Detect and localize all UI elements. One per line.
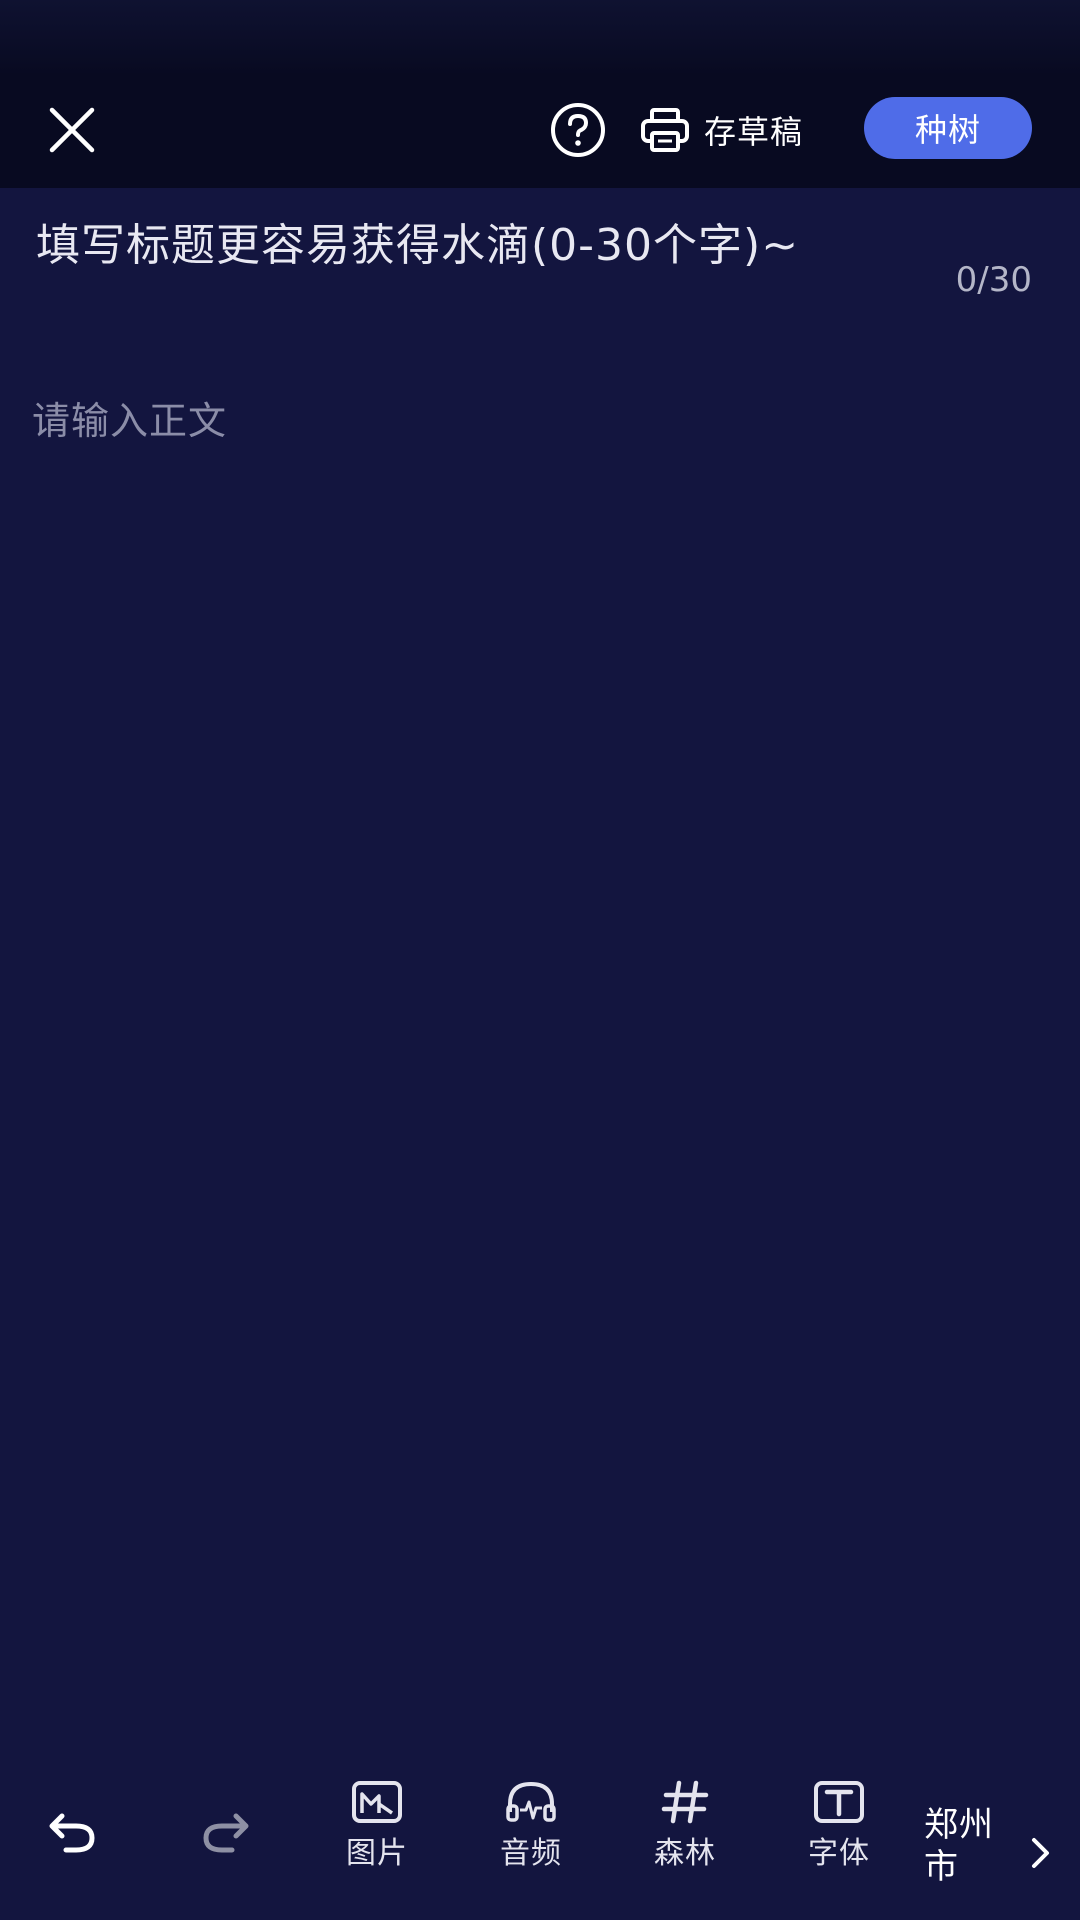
editor-page: 存草稿 种树 填写标题更容易获得水滴(0-30个字)~ 0/30 请输入正文 图… xyxy=(0,0,1080,1920)
headphones-icon xyxy=(506,1781,556,1822)
title-input[interactable]: 填写标题更容易获得水滴(0-30个字)~ xyxy=(36,218,836,274)
printer-icon xyxy=(641,108,689,152)
audio-tool-label: 音频 xyxy=(500,1836,562,1871)
question-circle-icon xyxy=(551,103,605,157)
hashtag-icon xyxy=(661,1780,709,1824)
location-label[interactable]: 郑州市 xyxy=(924,1804,1014,1888)
undo-icon xyxy=(49,1813,95,1853)
body-input[interactable]: 请输入正文 xyxy=(32,390,227,445)
forest-tool-button[interactable]: 森林 xyxy=(654,1780,716,1872)
redo-button[interactable] xyxy=(200,1810,252,1854)
redo-icon xyxy=(203,1813,249,1853)
save-draft-button[interactable]: 存草稿 xyxy=(640,100,803,160)
font-icon xyxy=(814,1781,864,1823)
title-char-counter: 0/30 xyxy=(955,260,1032,300)
bottom-toolbar: 图片 音频 森林 字体 郑州市 xyxy=(0,1780,1080,1920)
chevron-right-icon xyxy=(1032,1838,1049,1868)
audio-tool-button[interactable]: 音频 xyxy=(500,1780,562,1872)
close-icon xyxy=(49,107,95,153)
font-tool-label: 字体 xyxy=(808,1836,870,1871)
help-button[interactable] xyxy=(548,102,608,158)
undo-button[interactable] xyxy=(46,1810,98,1854)
font-tool-button[interactable]: 字体 xyxy=(808,1780,870,1872)
image-tool-label: 图片 xyxy=(346,1836,408,1871)
image-icon xyxy=(352,1781,402,1823)
image-tool-button[interactable]: 图片 xyxy=(346,1780,408,1872)
close-button[interactable] xyxy=(42,100,102,160)
location-arrow-button[interactable] xyxy=(1030,1836,1052,1874)
top-bar: 存草稿 种树 xyxy=(0,0,1080,188)
save-draft-label: 存草稿 xyxy=(704,113,804,151)
plant-tree-button[interactable]: 种树 xyxy=(864,97,1032,159)
forest-tool-label: 森林 xyxy=(654,1836,716,1871)
